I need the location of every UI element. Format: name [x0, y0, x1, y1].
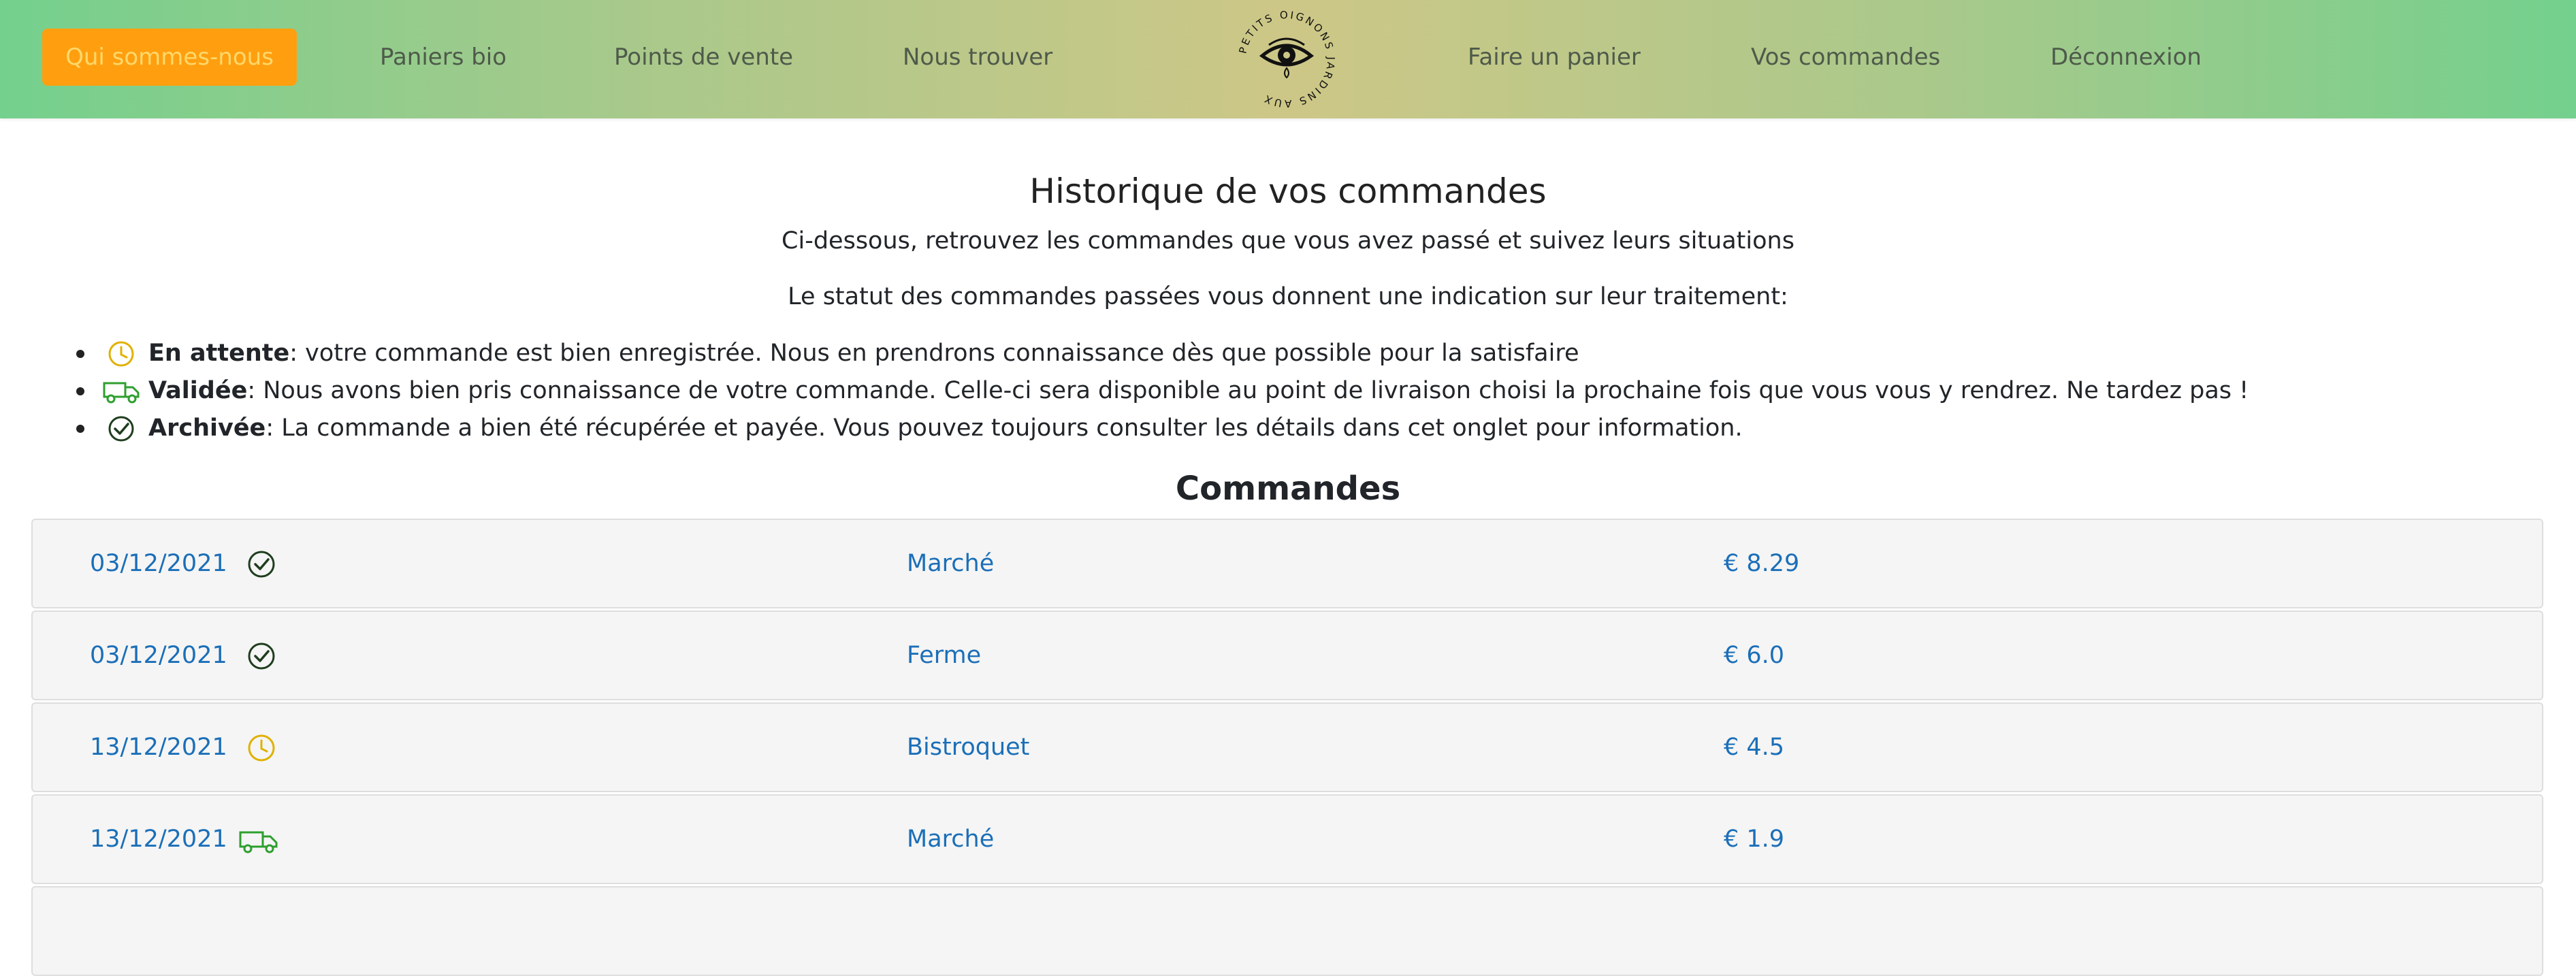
order-price[interactable]: € 8.29 [1724, 520, 1799, 607]
clock-icon [108, 341, 134, 367]
orders-list: 03/12/2021 Marché € 8.29 03/12/2021 Ferm… [31, 519, 2543, 978]
order-place[interactable]: Ferme [907, 612, 981, 699]
order-date[interactable]: 13/12/2021 [90, 704, 227, 791]
legend-text: Validée: Nous avons bien pris connaissan… [148, 372, 2249, 410]
order-row[interactable]: 13/12/2021 Bistroquet € 4.5 [31, 702, 2543, 792]
check-circle-icon [248, 642, 275, 670]
order-date[interactable]: 13/12/2021 [90, 796, 227, 883]
legend-item-validee: Validée: Nous avons bien pris connaissan… [76, 372, 2527, 410]
status-name: Archivée [148, 414, 266, 442]
nav-faire-un-panier[interactable]: Faire un panier [1468, 29, 1641, 86]
order-date[interactable]: 03/12/2021 [90, 612, 227, 699]
bullet [76, 350, 84, 358]
nav-points-de-vente[interactable]: Points de vente [614, 29, 793, 86]
nav-qui-sommes-nous[interactable]: Qui sommes-nous [42, 29, 297, 86]
legend-item-en-attente: En attente: votre commande est bien enre… [76, 335, 2527, 372]
navbar: Qui sommes-nous Paniers bio Points de ve… [0, 0, 2576, 118]
order-row[interactable]: 03/12/2021 Ferme € 6.0 [31, 610, 2543, 700]
order-price[interactable]: € 4.5 [1724, 704, 1784, 791]
check-circle-icon [248, 551, 275, 578]
status-legend: En attente: votre commande est bien enre… [76, 335, 2527, 447]
order-row[interactable]: 13/12/2021 Marché € 1.9 [31, 794, 2543, 884]
nav-paniers-bio[interactable]: Paniers bio [380, 29, 506, 86]
status-description: : votre commande est bien enregistrée. N… [289, 340, 1579, 367]
status-name: Validée [148, 377, 248, 404]
eye-icon [1259, 37, 1315, 79]
order-place[interactable]: Marché [907, 520, 994, 607]
order-price[interactable]: € 1.9 [1724, 796, 1784, 883]
legend-text: En attente: votre commande est bien enre… [148, 335, 1579, 372]
bullet [76, 425, 84, 433]
order-price[interactable]: € 6.0 [1724, 612, 1784, 699]
nav-deconnexion[interactable]: Déconnexion [2050, 29, 2202, 86]
truck-icon [239, 831, 278, 853]
clock-icon [248, 734, 275, 762]
order-date[interactable]: 03/12/2021 [90, 520, 227, 607]
order-place[interactable]: Bistroquet [907, 704, 1029, 791]
truck-icon [103, 382, 140, 404]
page-title: Historique de vos commandes [1029, 172, 1547, 211]
order-row[interactable]: 03/12/2021 Marché € 8.29 [31, 519, 2543, 608]
order-row[interactable] [31, 886, 2543, 976]
bullet [76, 387, 84, 395]
status-intro: Le statut des commandes passées vous don… [788, 283, 1788, 310]
status-description: : Nous avons bien pris connaissance de v… [247, 377, 2249, 404]
orders-title: Commandes [1175, 470, 1401, 508]
logo[interactable]: PETITS OIGNONS JARDINS AUX [1225, 3, 1348, 116]
nav-nous-trouver[interactable]: Nous trouver [903, 29, 1052, 86]
order-place[interactable]: Marché [907, 796, 994, 883]
nav-vos-commandes[interactable]: Vos commandes [1751, 29, 1940, 86]
check-circle-icon [108, 416, 134, 442]
status-description: : La commande a bien été récupérée et pa… [265, 414, 1743, 442]
legend-text: Archivée: La commande a bien été récupér… [148, 410, 1743, 447]
page-subtitle: Ci-dessous, retrouvez les commandes que … [782, 227, 1794, 255]
status-name: En attente [148, 340, 290, 367]
legend-item-archivee: Archivée: La commande a bien été récupér… [76, 410, 2527, 447]
